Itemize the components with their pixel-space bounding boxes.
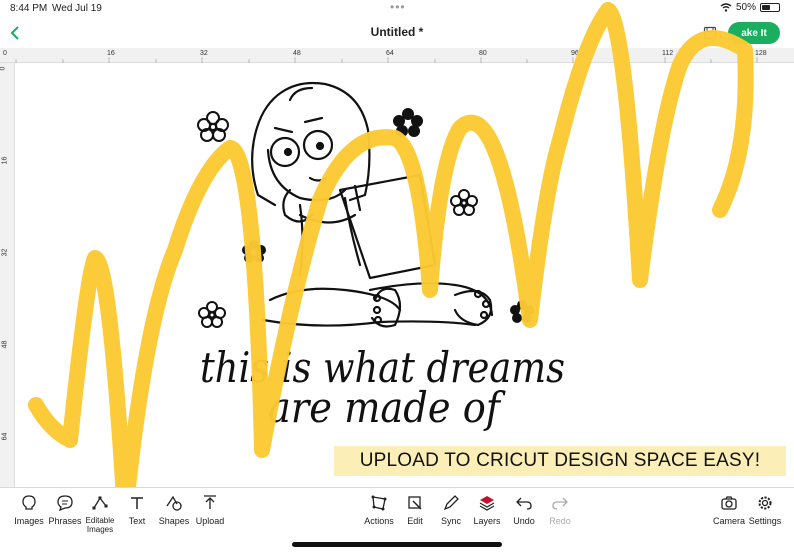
undo-icon	[516, 497, 532, 510]
camera-label: Camera	[712, 516, 745, 526]
speech-bubble-icon	[57, 495, 73, 512]
ruler-v-label: 64	[1, 432, 9, 441]
images-label: Images	[14, 516, 44, 526]
promo-banner: UPLOAD TO CRICUT DESIGN SPACE EASY!	[334, 446, 786, 476]
lightbulb-icon	[22, 495, 36, 510]
gear-icon	[758, 496, 772, 510]
multitask-dots[interactable]: •••	[390, 0, 406, 14]
actions-icon	[371, 495, 387, 511]
upload-label: Upload	[195, 516, 225, 526]
vertical-ruler: 0 16 32 48 64	[0, 63, 15, 487]
undo-label: Undo	[513, 516, 535, 526]
settings-label: Settings	[748, 516, 782, 526]
redo-label: Redo	[549, 516, 571, 526]
horizontal-ruler: 0 16 32 48 64 80 96 112 128	[0, 48, 794, 63]
text-icon	[131, 497, 143, 509]
wifi-icon	[720, 3, 732, 12]
ruler-v-label: 0	[0, 66, 7, 71]
status-time: 8:44 PM	[10, 3, 48, 14]
battery-percent: 50%	[735, 2, 756, 13]
nodes-icon	[92, 496, 108, 510]
home-indicator[interactable]	[292, 542, 502, 547]
design-text-line2[interactable]: are made of	[268, 383, 506, 432]
ruler-v-label: 48	[1, 340, 9, 349]
bottom-toolbar: Images Phrases Editable Images Text Shap…	[0, 487, 794, 539]
settings-button[interactable]: Settings	[743, 494, 787, 526]
phrases-label: Phrases	[48, 516, 82, 526]
shapes-label: Shapes	[158, 516, 190, 526]
ruler-ticks	[15, 57, 758, 63]
actions-label: Actions	[364, 516, 394, 526]
upload-button[interactable]: Upload	[188, 494, 232, 526]
battery-icon	[760, 3, 780, 12]
save-icon[interactable]	[703, 26, 717, 40]
make-it-button[interactable]: ake It	[728, 22, 780, 44]
status-right: 50%	[720, 2, 780, 13]
status-date: Wed Jul 19	[52, 3, 102, 14]
ruler-v-label: 16	[1, 156, 9, 165]
shapes-icon	[166, 495, 182, 511]
layers-icon	[479, 496, 495, 511]
text-label: Text	[128, 516, 146, 526]
edit-label: Edit	[407, 516, 423, 526]
redo-icon	[552, 497, 568, 510]
ruler-v-label: 32	[1, 248, 9, 257]
status-bar: 8:44 PM Wed Jul 19 ••• 50%	[0, 0, 794, 16]
editable-images-label: Editable Images	[85, 516, 115, 534]
sync-label: Sync	[440, 516, 461, 526]
camera-icon	[721, 496, 737, 510]
design-artwork[interactable]: this is what dreams are made of	[16, 64, 794, 486]
redo-button[interactable]: Redo	[538, 494, 582, 526]
document-title: Untitled *	[370, 25, 424, 39]
edit-icon	[408, 496, 422, 510]
design-canvas[interactable]: this is what dreams are made of	[16, 64, 794, 486]
pen-icon	[443, 495, 459, 511]
layers-label: Layers	[473, 516, 501, 526]
upload-icon	[204, 495, 216, 509]
title-bar: Untitled * ake It	[0, 18, 794, 48]
